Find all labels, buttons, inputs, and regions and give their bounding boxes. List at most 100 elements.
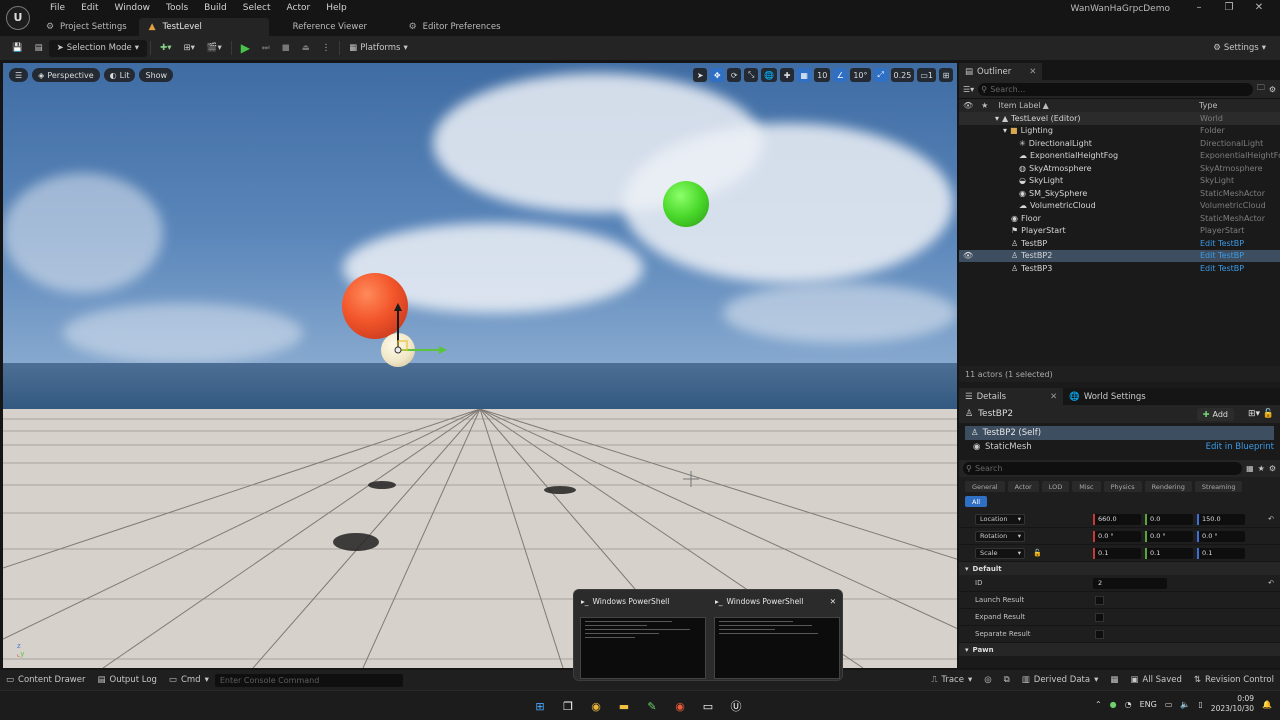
settings-button[interactable]: ⚙ Settings ▾ — [1207, 39, 1272, 57]
unreal-logo-icon[interactable]: U — [6, 6, 30, 30]
details-settings-icon[interactable]: ⚙ — [1269, 464, 1276, 473]
menu-build[interactable]: Build — [196, 2, 235, 14]
scale-z-input[interactable]: 0.1 — [1197, 547, 1245, 559]
tree-row[interactable]: ☁ ExponentialHeightFog ExponentialHeightF… — [959, 150, 1280, 163]
tree-row[interactable]: ✳ DirectionalLight DirectionalLight — [959, 137, 1280, 150]
scale-x-input[interactable]: 0.1 — [1093, 547, 1141, 559]
view-mode-button[interactable]: ◐ Lit — [103, 68, 136, 82]
edit-blueprint-link[interactable]: Edit TestBP — [1200, 239, 1244, 248]
tree-row[interactable]: ⚑ PlayerStart PlayerStart — [959, 225, 1280, 238]
save-icon[interactable]: 💾 — [6, 39, 29, 57]
close-icon[interactable]: ✕ — [830, 597, 836, 606]
property-matrix-icon[interactable]: ▦ — [1246, 464, 1254, 473]
menu-select[interactable]: Select — [235, 2, 279, 14]
reset-arrow-icon[interactable]: ↶ — [1268, 515, 1274, 523]
grid-snap-toggle[interactable]: ▦ — [797, 68, 812, 82]
cinematics-button[interactable]: 🎬▾ — [201, 39, 228, 57]
maximize-icon[interactable]: ❐ — [1214, 2, 1244, 18]
filter-rendering[interactable]: Rendering — [1144, 481, 1192, 492]
outliner-search-input[interactable]: ⚲ Search... — [978, 82, 1253, 96]
close-icon[interactable]: ✕ — [1050, 392, 1057, 402]
filter-all[interactable]: All — [965, 496, 988, 507]
tree-row[interactable]: ☁ VolumetricCloud VolumetricCloud — [959, 200, 1280, 213]
transform-gizmo[interactable] — [383, 303, 453, 359]
edit-blueprint-link[interactable]: Edit TestBP — [1200, 264, 1244, 273]
add-component-button[interactable]: ✚ Add — [1196, 408, 1234, 421]
powershell-window-preview[interactable]: ▸_ Windows PowerShell ✕ — [711, 593, 842, 679]
notification-icon[interactable]: 🔔 — [1262, 700, 1272, 709]
level-viewport[interactable]: ☰ ◈ Perspective ◐ Lit Show ➤ ✥ ⟳ ⤡ 🌐 ✚ ▦… — [3, 63, 957, 668]
surface-snap-icon[interactable]: ✚ — [780, 68, 795, 82]
tree-row[interactable]: ◍ SkyAtmosphere SkyAtmosphere — [959, 162, 1280, 175]
close-icon[interactable]: ✕ — [1029, 67, 1036, 77]
rotation-dropdown[interactable]: Rotation ▾ — [975, 530, 1025, 542]
tree-row[interactable]: ◉ Floor StaticMeshActor — [959, 212, 1280, 225]
cmd-dropdown[interactable]: ▭ Cmd ▾ — [163, 670, 215, 690]
add-folder-icon[interactable]: 🗀 — [1257, 82, 1265, 96]
filter-physics[interactable]: Physics — [1103, 481, 1142, 492]
screenshot-icon[interactable]: ⧉ — [998, 670, 1016, 690]
tab-test-level[interactable]: ▲ TestLevel — [138, 18, 269, 36]
scale-snap-value[interactable]: 0.25 — [890, 68, 915, 82]
terminal-icon[interactable]: ▭ — [698, 696, 718, 716]
filter-actor[interactable]: Actor — [1007, 481, 1039, 492]
scale-snap-toggle[interactable]: ⤢ — [873, 68, 888, 82]
scale-tool-icon[interactable]: ⤡ — [744, 68, 759, 82]
scale-y-input[interactable]: 0.1 — [1145, 547, 1193, 559]
select-tool-icon[interactable]: ➤ — [693, 68, 708, 82]
default-section-header[interactable]: ▾ Default — [959, 562, 1280, 575]
tray-overflow-icon[interactable]: ⌃ — [1095, 700, 1102, 709]
unsaved-icon[interactable]: ▦ — [1104, 670, 1124, 690]
tab-reference-viewer[interactable]: Reference Viewer — [269, 18, 399, 36]
play-button[interactable]: ▶ — [235, 39, 256, 57]
location-z-input[interactable]: 150.0 — [1197, 513, 1245, 525]
stop-icon[interactable]: ■ — [276, 39, 296, 57]
rotation-y-input[interactable]: 0.0 ° — [1145, 530, 1193, 542]
battery-icon[interactable]: ▯ — [1198, 700, 1202, 709]
lock-icon[interactable]: 🔓 — [1263, 409, 1274, 419]
menu-help[interactable]: Help — [318, 2, 355, 14]
filter-icon[interactable]: ☰▾ — [963, 85, 974, 94]
expand-arrow-icon[interactable]: ▾ — [995, 114, 999, 123]
visibility-eye-icon[interactable]: 👁 — [963, 251, 973, 260]
viewport-menu-icon[interactable]: ☰ — [9, 68, 29, 82]
derived-data-button[interactable]: ▥ Derived Data ▾ — [1016, 670, 1105, 690]
expand-result-checkbox[interactable] — [1095, 612, 1104, 622]
favorites-star-icon[interactable]: ★ — [1258, 464, 1265, 473]
item-label-column[interactable]: Item Label — [998, 101, 1040, 110]
menu-file[interactable]: File — [42, 2, 73, 14]
actor-name[interactable]: TestBP2 — [978, 409, 1013, 419]
scale-dropdown[interactable]: Scale ▾ — [975, 547, 1025, 559]
wechat-icon[interactable]: ● — [1110, 700, 1117, 709]
type-column[interactable]: Type — [1199, 101, 1217, 110]
platforms-dropdown[interactable]: ▦ Platforms ▾ — [343, 39, 414, 57]
pawn-section-header[interactable]: ▾ Pawn — [959, 643, 1280, 656]
volume-icon[interactable]: 🔈 — [1180, 700, 1190, 709]
all-saved-button[interactable]: ▣ All Saved — [1124, 670, 1188, 690]
tab-outliner[interactable]: ▤ Outliner ✕ — [959, 63, 1043, 80]
rotation-z-input[interactable]: 0.0 ° — [1197, 530, 1245, 542]
tab-project-settings[interactable]: ⚙ Project Settings — [36, 18, 139, 36]
task-view-icon[interactable]: ❐ — [558, 696, 578, 716]
add-actor-button[interactable]: ✚▾ — [154, 39, 177, 57]
eject-icon[interactable]: ⏏ — [296, 39, 316, 57]
chrome-icon-2[interactable]: ◉ — [670, 696, 690, 716]
rotate-tool-icon[interactable]: ⟳ — [727, 68, 742, 82]
source-control-icon[interactable]: ▤ — [29, 39, 49, 57]
tree-row-selected[interactable]: 👁 ♙ TestBP2 Edit TestBP — [959, 249, 1280, 262]
tree-row[interactable]: ♙ TestBP3 Edit TestBP — [959, 262, 1280, 275]
console-command-input[interactable]: Enter Console Command — [214, 673, 403, 687]
separate-result-checkbox[interactable] — [1095, 629, 1104, 639]
clock[interactable]: 0:09 2023/10/30 — [1211, 694, 1254, 714]
tree-row[interactable]: ◉ SM_SkySphere StaticMeshActor — [959, 187, 1280, 200]
powershell-window-preview[interactable]: ▸_ Windows PowerShell — [577, 593, 708, 679]
camera-speed-button[interactable]: ▭ 1 — [917, 68, 936, 82]
scale-lock-icon[interactable]: 🔓 — [1033, 549, 1042, 557]
file-explorer-icon[interactable]: ▬ — [614, 696, 634, 716]
menu-tools[interactable]: Tools — [158, 2, 196, 14]
show-button[interactable]: Show — [139, 68, 174, 82]
tab-editor-preferences[interactable]: ⚙ Editor Preferences — [399, 18, 513, 36]
windows-start-icon[interactable]: ⊞ — [530, 696, 550, 716]
tree-row[interactable]: ♙ TestBP Edit TestBP — [959, 237, 1280, 250]
chrome-icon[interactable]: ◉ — [586, 696, 606, 716]
